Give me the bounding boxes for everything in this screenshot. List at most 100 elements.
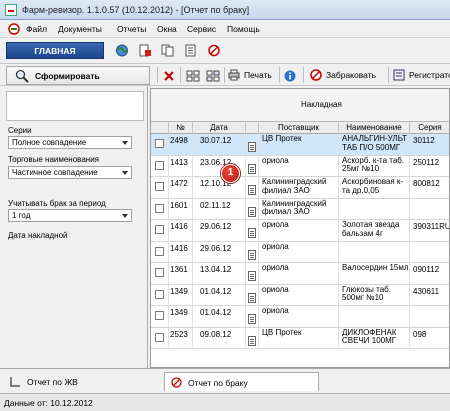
column-header-number[interactable]: № [169, 122, 193, 134]
tab-report-defects[interactable]: Отчет по браку [164, 372, 319, 391]
row-checkbox[interactable] [155, 246, 164, 256]
series-select[interactable]: Полное совпадение [8, 136, 132, 149]
row-checkbox-cell [151, 155, 169, 177]
row-checkbox-cell [151, 306, 169, 327]
filter-panel-header [6, 91, 144, 121]
tab-main[interactable]: ГЛАВНАЯ [6, 42, 104, 59]
column-header-series[interactable]: Серия [410, 122, 449, 134]
bottom-tabs: Отчет по ЖВ Отчет по браку [0, 368, 450, 393]
chevron-down-icon [122, 171, 128, 175]
menu-bar: Файл Документы Отчеты Окна Сервис Помощь [0, 20, 450, 38]
document-icon[interactable] [248, 314, 256, 324]
table-row[interactable]: 1349 01.04.12 ориола [151, 306, 449, 328]
table-row[interactable]: 1361 13.04.12 ориола Валосердин 15мл 090112 [151, 263, 449, 285]
chevron-down-icon [122, 141, 128, 145]
menu-file[interactable]: Файл [26, 24, 47, 34]
cell-supplier: ориола [259, 284, 339, 306]
reject-button-label: Забраковать [326, 70, 377, 80]
status-bar: Данные от: 10.12.2012 [0, 393, 450, 411]
cell-number: 1413 [169, 155, 193, 177]
documents-icon[interactable] [161, 44, 175, 57]
row-checkbox[interactable] [155, 225, 164, 234]
invoice-date-label: Дата накладной [8, 231, 68, 240]
form-button[interactable]: Сформировать [6, 66, 150, 85]
menu-windows[interactable]: Окна [157, 24, 177, 34]
document-icon[interactable] [248, 335, 256, 346]
trade-names-select-value: Частичное совпадение [12, 168, 98, 177]
report-icon[interactable] [184, 44, 198, 57]
row-checkbox-cell [151, 241, 169, 263]
cell-icon [246, 241, 259, 263]
table-row[interactable]: 1601 02.11.12 Калининградский филиал ЗАО [151, 198, 449, 220]
row-checkbox[interactable] [155, 332, 164, 342]
tab-report-vital-drugs[interactable]: Отчет по ЖВ [4, 372, 144, 391]
cell-number: 1416 [169, 220, 193, 241]
table-row[interactable]: 2498 30.07.12 ЦВ Протек АНАЛЬГИН-УЛЬТ ТАБ П… [151, 134, 449, 156]
column-header-name[interactable]: Наименование [339, 122, 410, 134]
cell-name: Глюкозы таб. 500мг №10 [339, 284, 410, 306]
menu-help[interactable]: Помощь [227, 24, 260, 34]
table-row[interactable]: 1416 29.06.12 ориола Золотая звезда бальзам… [151, 220, 449, 242]
cell-icon [246, 327, 259, 349]
print-button-label: Печать [244, 70, 272, 80]
cell-date: 09.08.12 [193, 327, 246, 349]
grid-rows: 2498 30.07.12 ЦВ Протек АНАЛЬГИН-УЛЬТ ТАБ П… [151, 134, 449, 349]
row-checkbox[interactable] [155, 139, 164, 148]
filter-panel: Серии Полное совпадение Торговые наимено… [0, 86, 148, 368]
collapse-icon[interactable] [206, 70, 220, 82]
row-checkbox-cell [151, 263, 169, 284]
row-checkbox[interactable] [155, 268, 164, 277]
system-menu-icon[interactable] [8, 23, 20, 35]
print-button[interactable]: Печать [228, 68, 276, 83]
document-icon[interactable] [248, 249, 256, 260]
cell-supplier: ориола [259, 263, 339, 284]
info-icon[interactable] [284, 70, 296, 82]
cell-number: 1361 [169, 263, 193, 284]
document-icon[interactable] [248, 271, 256, 281]
row-checkbox[interactable] [155, 160, 164, 170]
table-row[interactable]: 1416 29.06.12 ориола [151, 241, 449, 263]
document-icon[interactable] [248, 142, 256, 152]
menu-service[interactable]: Сервис [187, 24, 216, 34]
column-header-date[interactable]: Дата [193, 122, 246, 134]
cell-series [410, 199, 449, 220]
document-icon[interactable] [248, 185, 256, 195]
menu-reports[interactable]: Отчеты [117, 24, 146, 34]
trade-names-select[interactable]: Частичное совпадение [8, 166, 132, 179]
document-icon[interactable] [248, 292, 256, 303]
cell-supplier: ориола [259, 306, 339, 327]
reject-tab-icon[interactable] [207, 44, 221, 57]
cell-name [339, 241, 410, 263]
row-checkbox[interactable] [155, 203, 164, 213]
document-icon[interactable] [248, 163, 256, 174]
column-header-check [151, 122, 169, 134]
column-header-supplier[interactable]: Поставщик [259, 122, 339, 134]
toolbar-separator [224, 67, 225, 83]
row-checkbox[interactable] [155, 182, 164, 191]
document-icon[interactable] [248, 206, 256, 217]
cell-date: 02.11.12 [193, 198, 246, 220]
table-row[interactable]: 1413 23.06.12 ориола Аскорб. к-та таб. 25мг… [151, 155, 449, 177]
row-checkbox[interactable] [155, 289, 164, 299]
app-icon [5, 4, 17, 16]
table-row[interactable]: 1349 01.04.12 ориола Глюкозы таб. 500мг №10… [151, 284, 449, 306]
cell-icon [246, 198, 259, 220]
cell-series [410, 242, 449, 263]
table-row[interactable]: 1472 12.10.12 Калининградский филиал ЗАО Ас… [151, 177, 449, 199]
document-icon[interactable] [248, 228, 256, 238]
cell-series: 250112 [410, 156, 449, 177]
delete-icon[interactable] [163, 70, 175, 82]
reject-button[interactable]: Забраковать [310, 68, 386, 83]
registry-button-label: Регистратор [409, 70, 450, 80]
report-icon [10, 377, 20, 387]
cell-date: 12.10.12 [193, 177, 246, 198]
document-red-icon[interactable] [138, 44, 152, 57]
table-row[interactable]: 2523 09.08.12 ЦВ Протек ДИКЛОФЕНАК СВЕЧИ 10… [151, 327, 449, 349]
cell-name [339, 198, 410, 220]
registry-button[interactable]: Регистратор [393, 68, 450, 83]
menu-documents[interactable]: Документы [58, 24, 102, 34]
globe-icon[interactable] [115, 44, 129, 57]
expand-icon[interactable] [186, 70, 200, 82]
row-checkbox[interactable] [155, 311, 164, 320]
period-select[interactable]: 1 год [8, 209, 132, 222]
